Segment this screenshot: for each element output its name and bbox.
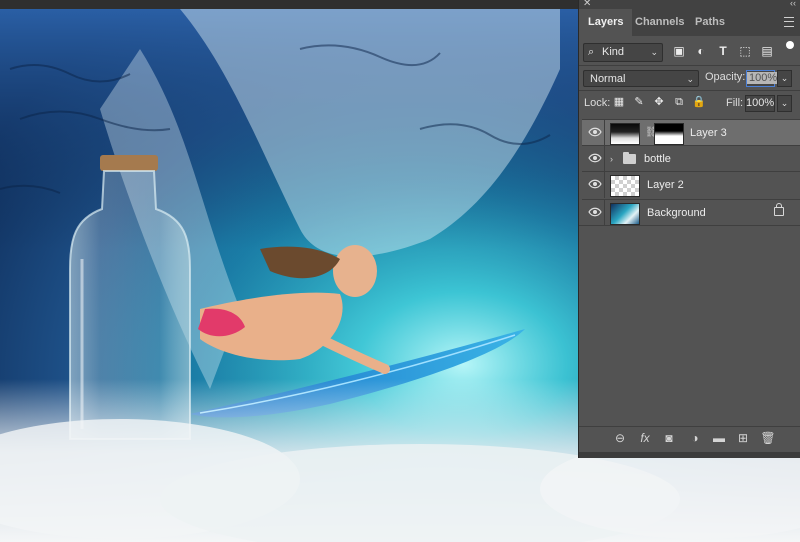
- layer-name[interactable]: Layer 3: [690, 120, 727, 146]
- layer-name[interactable]: bottle: [644, 146, 671, 172]
- divider: [579, 426, 800, 427]
- panel-menu-icon[interactable]: [784, 17, 794, 27]
- fx-icon[interactable]: fx: [637, 430, 653, 446]
- tab-channels[interactable]: Channels: [626, 9, 694, 36]
- panel-title-strip: ✕ ‹‹: [579, 0, 800, 9]
- chevron-down-icon: ⌄: [686, 74, 694, 84]
- close-panel-icon[interactable]: ✕: [583, 0, 591, 9]
- layer-row-layer-2[interactable]: Layer 2: [582, 171, 800, 198]
- image-filter-icon[interactable]: ▣: [672, 44, 686, 58]
- fill-field[interactable]: 100%: [745, 95, 775, 112]
- layer-row-layer-3[interactable]: ⛓ Layer 3: [582, 119, 800, 146]
- chevron-down-icon: ⌄: [650, 47, 658, 57]
- smart-object-filter-icon[interactable]: ▤: [760, 44, 774, 58]
- panel-tabs: Layers Channels Paths: [579, 9, 800, 36]
- opacity-label: Opacity:: [705, 71, 746, 83]
- collapse-panel-icon[interactable]: ‹‹: [790, 0, 796, 8]
- lock-artboard-icon[interactable]: ⧉: [672, 95, 686, 109]
- lock-label: Lock:: [584, 97, 611, 109]
- panel-bottom-edge: [579, 452, 800, 458]
- search-icon: ⌕: [588, 46, 595, 58]
- divider: [604, 146, 605, 172]
- new-group-icon[interactable]: ▬: [711, 430, 727, 446]
- adjustment-layer-icon[interactable]: ◑: [687, 430, 703, 446]
- layer-row-bottle[interactable]: › bottle: [582, 145, 800, 172]
- link-layers-icon[interactable]: ⊖: [612, 430, 628, 446]
- lock-position-icon[interactable]: ✥: [652, 95, 666, 109]
- new-layer-icon[interactable]: ⊞: [735, 430, 751, 446]
- fill-value: 100%: [746, 97, 775, 109]
- divider: [604, 200, 605, 226]
- visibility-eye-icon[interactable]: [588, 127, 602, 137]
- add-mask-icon[interactable]: ◙: [661, 430, 677, 446]
- filter-row: ⌕ Kind ⌄ ▣ ◐ T ⬚ ▤: [579, 39, 800, 64]
- folder-icon: [623, 152, 636, 164]
- divider: [604, 120, 605, 146]
- layer-thumbnail: [610, 203, 640, 225]
- lock-row: Lock: ▦ ✎ ✥ ⧉ 🔒 Fill: 100% ⌄: [579, 91, 800, 115]
- layer-mask-thumbnail[interactable]: [654, 123, 684, 145]
- layers-panel: ✕ ‹‹ Layers Channels Paths ⌕ Kind ⌄ ▣ ◐ …: [579, 0, 800, 458]
- layer-thumbnail: [610, 123, 640, 145]
- chevron-right-icon[interactable]: ›: [610, 146, 613, 172]
- layer-row-background[interactable]: Background: [582, 199, 800, 226]
- divider: [604, 172, 605, 198]
- layer-thumbnail: [610, 175, 640, 197]
- visibility-eye-icon[interactable]: [588, 153, 602, 163]
- layer-name[interactable]: Layer 2: [647, 172, 684, 198]
- opacity-field[interactable]: 100%: [746, 70, 780, 87]
- filter-toggle-icon[interactable]: [786, 41, 794, 49]
- fill-label: Fill:: [726, 97, 744, 109]
- visibility-eye-icon[interactable]: [588, 207, 602, 217]
- fill-dropdown-button[interactable]: ⌄: [777, 95, 792, 112]
- divider: [579, 225, 800, 226]
- kind-filter-label: Kind: [602, 46, 625, 58]
- visibility-eye-icon[interactable]: [588, 179, 602, 189]
- kind-filter-select[interactable]: ⌕ Kind ⌄: [583, 43, 663, 62]
- shape-filter-icon[interactable]: ⬚: [738, 44, 752, 58]
- layer-name[interactable]: Background: [647, 200, 706, 226]
- tab-layers[interactable]: Layers: [579, 9, 633, 36]
- blend-row: Normal ⌄ Opacity: 100% ⌄: [579, 66, 800, 90]
- lock-all-icon[interactable]: 🔒: [692, 95, 706, 109]
- opacity-dropdown-button[interactable]: ⌄: [777, 70, 792, 87]
- panel-footer: ⊖ fx ◙ ◑ ▬ ⊞ 🗑: [579, 426, 800, 450]
- type-filter-icon[interactable]: T: [716, 44, 730, 58]
- lock-transparent-pixels-icon[interactable]: ▦: [612, 95, 626, 109]
- layer-lock-icon[interactable]: [774, 203, 784, 216]
- tab-paths[interactable]: Paths: [686, 9, 734, 36]
- delete-layer-icon[interactable]: 🗑: [760, 430, 776, 446]
- lock-image-pixels-icon[interactable]: ✎: [632, 95, 646, 109]
- opacity-value: 100%: [747, 72, 780, 84]
- blend-mode-value: Normal: [590, 73, 626, 85]
- adjustment-filter-icon[interactable]: ◐: [694, 44, 708, 58]
- blend-mode-select[interactable]: Normal ⌄: [583, 70, 699, 87]
